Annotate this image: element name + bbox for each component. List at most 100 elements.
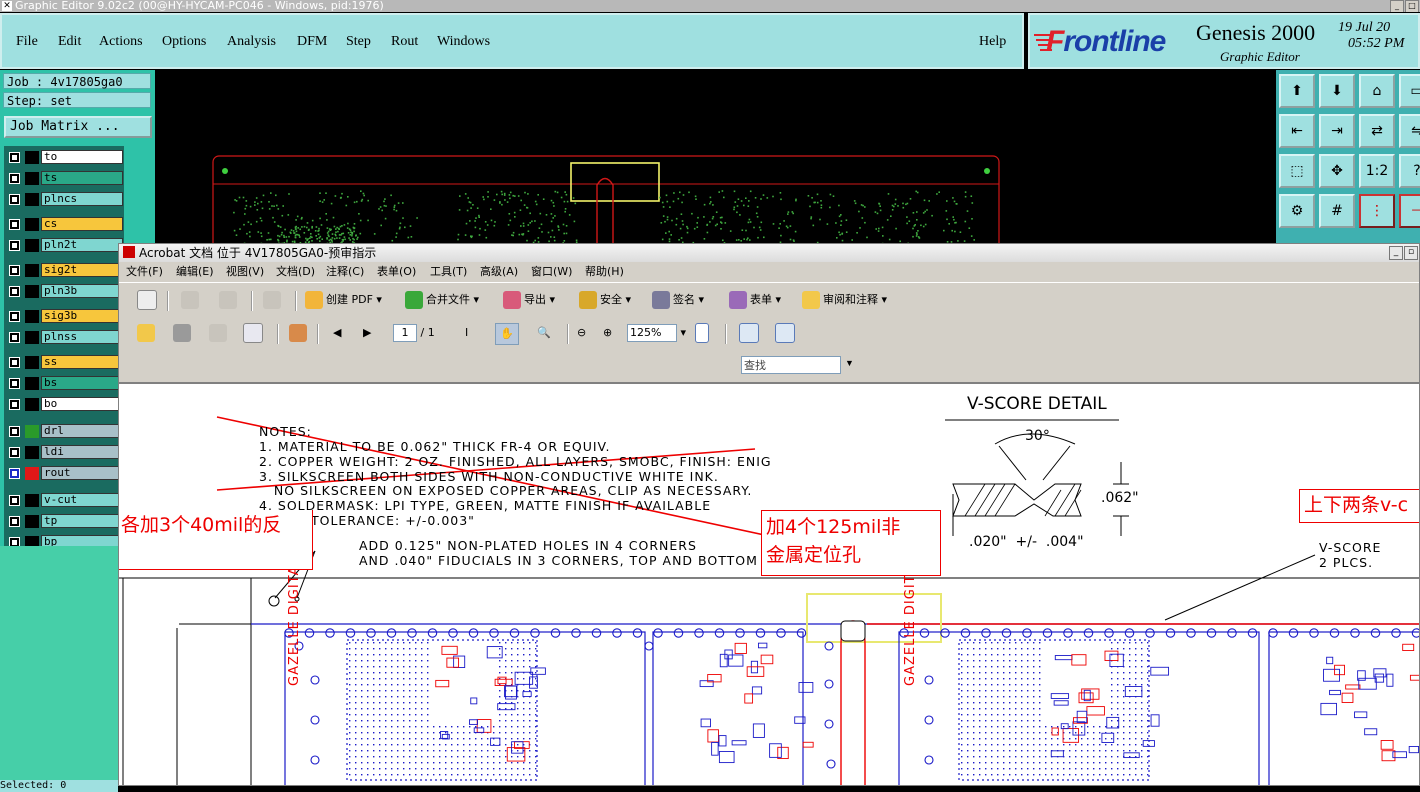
- layer-name[interactable]: pln3b: [41, 284, 123, 298]
- mirror-tool-icon[interactable]: ⇋: [1399, 114, 1420, 148]
- palette-icon[interactable]: [289, 323, 310, 343]
- email-icon[interactable]: [243, 323, 266, 343]
- layer-checkbox[interactable]: [9, 219, 20, 230]
- actual-size-icon[interactable]: [695, 323, 712, 343]
- layer-name[interactable]: sig3b: [41, 309, 123, 323]
- pdf-page[interactable]: NOTES: 1. MATERIAL TO BE 0.062" THICK FR…: [119, 382, 1420, 786]
- layer-row[interactable]: sig3b: [4, 309, 124, 324]
- layer-row[interactable]: to: [4, 150, 124, 165]
- home-tool-icon[interactable]: ⌂: [1359, 74, 1395, 108]
- security-button[interactable]: 安全 ▾: [579, 290, 631, 310]
- zoom-fit-tool-icon[interactable]: ⬚: [1279, 154, 1315, 188]
- layer-checkbox[interactable]: [9, 265, 20, 276]
- layer-name[interactable]: pln2t: [41, 238, 123, 252]
- redo-icon[interactable]: [219, 290, 240, 310]
- layer-row[interactable]: plnss: [4, 330, 124, 345]
- acro-menu-file[interactable]: 文件(F): [126, 262, 163, 282]
- measure-tool-icon[interactable]: ⊣: [1399, 194, 1420, 228]
- combine-files-button[interactable]: 合并文件 ▾: [405, 290, 479, 310]
- acro-menu-help[interactable]: 帮助(H): [585, 262, 624, 282]
- fit-width-icon[interactable]: [739, 323, 762, 343]
- save-icon[interactable]: [209, 323, 230, 343]
- layer-checkbox[interactable]: [9, 468, 20, 479]
- acrobat-minimize-button[interactable]: _: [1389, 246, 1403, 260]
- grid-tool-icon[interactable]: #: [1319, 194, 1355, 228]
- layer-checkbox[interactable]: [9, 311, 20, 322]
- menu-rout[interactable]: Rout: [391, 34, 418, 50]
- acrobat-restore-button[interactable]: ▫: [1404, 246, 1418, 260]
- arrow-right-tool-icon[interactable]: ⇥: [1319, 114, 1355, 148]
- export-button[interactable]: 导出 ▾: [503, 290, 555, 310]
- arrow-left-tool-icon[interactable]: ⇤: [1279, 114, 1315, 148]
- layer-name[interactable]: rout: [41, 466, 123, 480]
- layer-row[interactable]: cs: [4, 217, 124, 232]
- layer-checkbox[interactable]: [9, 426, 20, 437]
- find-dropdown-icon[interactable]: ▼: [845, 358, 854, 368]
- swap-tool-icon[interactable]: ⇄: [1359, 114, 1395, 148]
- acro-menu-window[interactable]: 窗口(W): [531, 262, 572, 282]
- menu-edit[interactable]: Edit: [58, 34, 81, 50]
- menu-dfm[interactable]: DFM: [297, 34, 327, 50]
- layer-name[interactable]: ldi: [41, 445, 123, 459]
- layer-checkbox[interactable]: [9, 152, 20, 163]
- layer-checkbox[interactable]: [9, 240, 20, 251]
- menu-actions[interactable]: Actions: [99, 34, 143, 50]
- layer-row[interactable]: rout: [4, 466, 124, 481]
- hand-tool-icon[interactable]: ✋: [495, 323, 519, 345]
- layer-row[interactable]: v-cut: [4, 493, 124, 508]
- layer-checkbox[interactable]: [9, 286, 20, 297]
- layer-checkbox[interactable]: [9, 516, 20, 527]
- layer-row[interactable]: bs: [4, 376, 124, 391]
- layer-name[interactable]: drl: [41, 424, 123, 438]
- zoom-out-icon[interactable]: ⊖: [577, 323, 586, 343]
- menu-step[interactable]: Step: [346, 34, 371, 50]
- acro-menu-tools[interactable]: 工具(T): [430, 262, 467, 282]
- layer-checkbox[interactable]: [9, 357, 20, 368]
- layer-name[interactable]: bo: [41, 397, 123, 411]
- prev-page-icon[interactable]: ◀: [333, 323, 341, 343]
- zoom-in-icon[interactable]: ⊕: [603, 323, 612, 343]
- spellcheck-icon[interactable]: [137, 290, 160, 310]
- create-pdf-button[interactable]: 创建 PDF ▾: [305, 290, 382, 310]
- layer-name[interactable]: plnss: [41, 330, 123, 344]
- layer-checkbox[interactable]: [9, 173, 20, 184]
- fit-page-icon[interactable]: [775, 323, 798, 343]
- print-icon[interactable]: [173, 323, 194, 343]
- layer-checkbox[interactable]: [9, 378, 20, 389]
- layer-checkbox[interactable]: [9, 495, 20, 506]
- upload-tool-icon[interactable]: ⬆: [1279, 74, 1315, 108]
- layer-row[interactable]: pln3b: [4, 284, 124, 299]
- menu-options[interactable]: Options: [162, 34, 206, 50]
- graphics-canvas[interactable]: [157, 70, 1275, 245]
- acro-menu-view[interactable]: 视图(V): [226, 262, 264, 282]
- snap-tool-icon[interactable]: ⋮: [1359, 194, 1395, 228]
- layer-row[interactable]: ts: [4, 171, 124, 186]
- menu-help[interactable]: Help: [979, 34, 1006, 50]
- copy-icon[interactable]: [263, 290, 284, 310]
- layer-row[interactable]: drl: [4, 424, 124, 439]
- layer-checkbox[interactable]: [9, 447, 20, 458]
- minimize-button[interactable]: _: [1390, 0, 1404, 12]
- menu-file[interactable]: File: [16, 34, 38, 50]
- layer-name[interactable]: ts: [41, 171, 123, 185]
- maximize-button[interactable]: □: [1405, 0, 1419, 12]
- review-comment-button[interactable]: 审阅和注释 ▾: [802, 290, 887, 310]
- wrench-tool-icon[interactable]: ⚙: [1279, 194, 1315, 228]
- menu-windows[interactable]: Windows: [437, 34, 490, 50]
- layer-checkbox[interactable]: [9, 332, 20, 343]
- job-matrix-button[interactable]: Job Matrix ...: [4, 116, 152, 138]
- zoom-center-tool-icon[interactable]: ✥: [1319, 154, 1355, 188]
- layer-name[interactable]: ss: [41, 355, 123, 369]
- layer-name[interactable]: tp: [41, 514, 123, 528]
- query-tool-button[interactable]: ?: [1399, 154, 1420, 188]
- page-number-field[interactable]: 1 / 1: [393, 323, 435, 343]
- find-input[interactable]: 查找: [741, 356, 841, 374]
- layer-row[interactable]: bo: [4, 397, 124, 412]
- layer-name[interactable]: v-cut: [41, 493, 123, 507]
- acro-menu-edit[interactable]: 编辑(E): [176, 262, 214, 282]
- acro-menu-comments[interactable]: 注释(C): [326, 262, 364, 282]
- layer-row[interactable]: tp: [4, 514, 124, 529]
- layer-name[interactable]: sig2t: [41, 263, 123, 277]
- acro-menu-document[interactable]: 文档(D): [276, 262, 315, 282]
- layer-name[interactable]: bs: [41, 376, 123, 390]
